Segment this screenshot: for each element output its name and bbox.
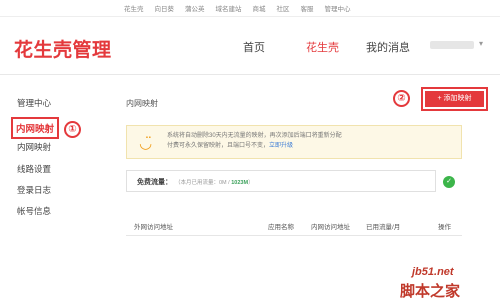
sidebar-item-account[interactable]: 帐号信息 — [17, 205, 51, 217]
annotation-one: ① — [64, 121, 81, 138]
table-header: 外网访问地址 应用名称 内网访问地址 已用流量/月 操作 — [126, 216, 462, 236]
traffic-detail-value: 1023M — [231, 180, 249, 186]
notice-line-1: 系统将自动删除30天内无流量的映射，再次添加后端口将重新分配 — [167, 133, 342, 139]
traffic-detail-suffix: ） — [248, 180, 254, 186]
col-traffic-used: 已用流量/月 — [366, 224, 401, 231]
col-app-name: 应用名称 — [268, 224, 294, 231]
notice-box: ◡̈ 系统将自动删除30天内无流量的映射，再次添加后端口将重新分配 付费可永久保… — [126, 125, 462, 159]
col-actions: 操作 — [438, 224, 451, 231]
smiley-icon: ◡̈ — [139, 135, 153, 152]
top-link-xry[interactable]: 向日葵 — [155, 3, 175, 13]
sidebar-item-mapping-highlighted[interactable]: 内网映射 — [11, 117, 60, 139]
top-link-shop[interactable]: 商城 — [253, 3, 266, 13]
notice-text: 系统将自动删除30天内无流量的映射，再次添加后端口将重新分配 付费可永久保留映射… — [167, 131, 457, 151]
sidebar-item-console[interactable]: 管理中心 — [17, 97, 51, 109]
col-external-address: 外网访问地址 — [134, 224, 173, 231]
brand-logo[interactable]: 花生壳管理 — [14, 35, 112, 62]
top-link-service[interactable]: 客服 — [301, 3, 314, 13]
add-mapping-button[interactable]: + 添加映射 — [425, 91, 484, 107]
annotation-two: ② — [393, 90, 410, 107]
col-internal-address: 内网访问地址 — [311, 224, 350, 231]
traffic-detail-prefix: （本月已用流量：0M / — [175, 180, 232, 186]
top-link-console[interactable]: 管理中心 — [325, 3, 351, 13]
top-links: 花生壳 向日葵 蒲公英 域名建站 商城 社区 客服 管理中心 — [124, 3, 362, 13]
traffic-label: 免费流量： — [137, 179, 172, 186]
chevron-down-icon[interactable]: ▾ — [479, 39, 483, 48]
sidebar-item-mapping[interactable]: 内网映射 — [17, 141, 51, 153]
upgrade-link[interactable]: 立即升级 — [269, 143, 293, 149]
user-menu[interactable] — [430, 41, 474, 49]
nav-messages[interactable]: 我的消息 — [366, 39, 410, 55]
nav-home[interactable]: 首页 — [243, 39, 265, 55]
watermark-name: 脚本之家 — [400, 283, 461, 300]
sidebar-item-login-log[interactable]: 登录日志 — [17, 184, 51, 196]
top-link-domain[interactable]: 域名建站 — [216, 3, 242, 13]
add-mapping-button-highlight: + 添加映射 — [421, 87, 488, 111]
traffic-detail: （本月已用流量：0M / 1023M） — [175, 178, 254, 186]
sidebar: 管理中心 内网映射 ① 内网映射 线路设置 登录日志 帐号信息 — [0, 75, 112, 304]
top-strip: 花生壳 向日葵 蒲公英 域名建站 商城 社区 客服 管理中心 — [0, 0, 500, 17]
top-link-community[interactable]: 社区 — [277, 3, 290, 13]
nav-hsk[interactable]: 花生壳 — [306, 39, 339, 55]
top-link-hsk[interactable]: 花生壳 — [124, 3, 144, 13]
header: 花生壳管理 首页 花生壳 我的消息 ▾ — [0, 17, 500, 75]
check-icon: ✓ — [443, 176, 455, 188]
sidebar-item-lines[interactable]: 线路设置 — [17, 163, 51, 175]
watermark-site: jb51.net — [412, 266, 454, 278]
top-link-pgy[interactable]: 蒲公英 — [185, 3, 205, 13]
free-traffic-bar: 免费流量： （本月已用流量：0M / 1023M） — [126, 170, 436, 192]
notice-line-2: 付费可永久保留映射，且端口号不变， — [167, 143, 270, 149]
page-title: 内网映射 — [126, 99, 158, 108]
